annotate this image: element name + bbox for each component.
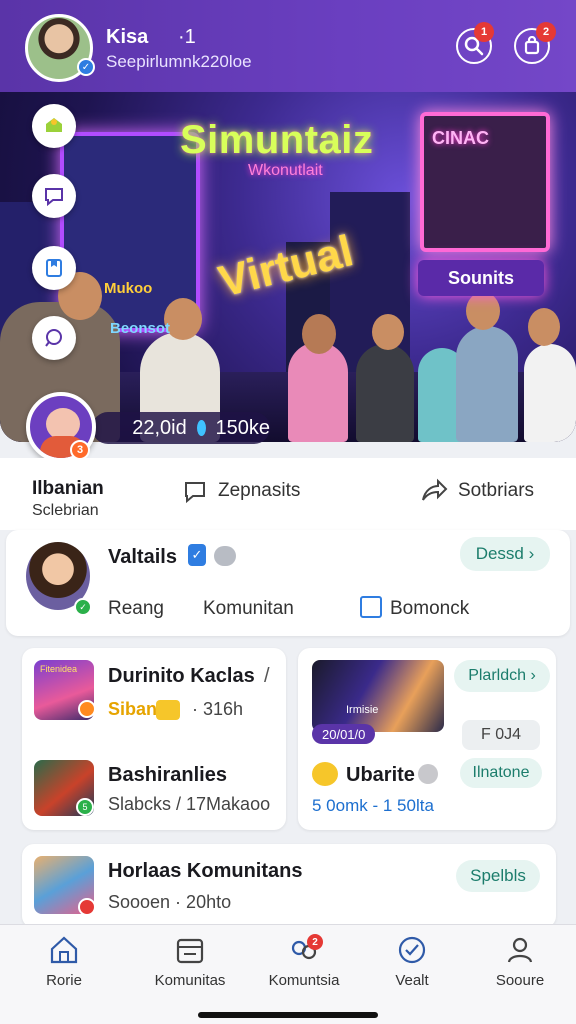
search-badge: 1 — [474, 22, 494, 42]
item-title[interactable]: Durinito Kaclas — [108, 665, 255, 688]
featured-item-action[interactable]: Ilnatone — [460, 758, 542, 788]
banner-title: Simuntaiz — [180, 118, 374, 162]
featured-action-button[interactable]: Plarldch › — [454, 660, 550, 692]
bag-badge: 2 — [536, 22, 556, 42]
nav-profile[interactable]: Sooure — [472, 934, 568, 989]
message-icon — [185, 482, 205, 504]
online-indicator: ✓ — [74, 598, 92, 616]
check-circle-icon — [398, 936, 426, 964]
nav-home-label: Rorie — [46, 972, 82, 989]
person-head — [528, 308, 560, 346]
profile-name: Valtails — [108, 546, 177, 568]
posts-link[interactable]: Zepnasits — [182, 478, 300, 504]
user-subtitle: Seepirlumnk220loe — [106, 52, 252, 71]
posts-link-label: Zepnasits — [218, 480, 301, 501]
live-indicator — [78, 898, 96, 916]
profile-action-button[interactable]: Dessd › — [460, 537, 550, 571]
community-name: Ilbanian — [32, 478, 104, 499]
featured-item-title[interactable]: Ubarite — [346, 764, 415, 787]
chat-icon — [45, 188, 63, 207]
nav-home[interactable]: Rorie — [16, 934, 112, 989]
person-head — [302, 314, 336, 354]
calendar-icon — [176, 938, 204, 964]
community-subtitle: Sclebrian — [32, 502, 99, 519]
item-status-dot — [78, 700, 96, 718]
store-sign: CINAC — [432, 128, 489, 148]
featured-thumbnail[interactable]: Irmisie — [312, 660, 444, 732]
person — [524, 344, 576, 442]
screen-label: Mukoo — [104, 280, 153, 297]
share-icon — [422, 478, 448, 501]
date-tag: 20/01/0 — [312, 724, 376, 744]
verified-badge-icon: ✓ — [188, 544, 206, 566]
nav-profile-label: Sooure — [495, 972, 545, 989]
comment-button[interactable] — [32, 316, 76, 360]
verified-icon: ✓ — [77, 58, 95, 76]
community-badge: 3 — [70, 440, 90, 460]
comment-icon — [45, 329, 62, 347]
home-indicator — [198, 1012, 378, 1018]
members-count: 22,0id — [132, 416, 187, 439]
store-label: Sounits — [418, 260, 544, 296]
share-link[interactable]: Sotbriars — [420, 478, 534, 504]
user-icon — [507, 937, 533, 963]
nav-verified[interactable]: Vealt — [364, 934, 460, 989]
user-name: Kisa — [106, 26, 149, 48]
person — [456, 326, 518, 442]
thumbnail-label: Fitenidea — [40, 664, 78, 674]
bookmark-tab-icon — [360, 596, 382, 618]
hero-banner[interactable]: Simuntaiz Wkonutlait Virtual CINAC Souni… — [0, 92, 576, 442]
screen-label-secondary: Beonsot — [110, 320, 170, 337]
nav-verified-label: Vealt — [395, 972, 429, 989]
community-card-title[interactable]: Horlaas Komunitans — [108, 860, 302, 883]
nav-social[interactable]: Komuntsia — [256, 934, 352, 989]
featured-action-label: Plarldch — [468, 667, 527, 684]
community-card-action[interactable]: Spelbls — [456, 860, 540, 892]
views-icon — [196, 420, 206, 436]
profile-action-label: Dessd — [475, 544, 524, 563]
coin-icon — [156, 700, 180, 720]
home-icon — [50, 936, 78, 964]
person-head — [372, 314, 404, 350]
chat-button[interactable] — [32, 174, 76, 218]
sticker-icon — [46, 118, 62, 132]
item-title[interactable]: Bashiranlies — [108, 764, 227, 787]
person — [356, 344, 414, 442]
share-link-label: Sotbriars — [458, 480, 535, 501]
item-count-badge: 5 — [76, 798, 94, 816]
sticker-button[interactable] — [32, 104, 76, 148]
user-count: ·1 — [178, 26, 196, 48]
title-slash: / — [264, 665, 270, 687]
tab-reang[interactable]: Reang — [108, 598, 164, 620]
banner-subtitle: Wkonutlait — [248, 162, 323, 179]
item-meta: Slabcks / 17Makaoo — [108, 794, 271, 814]
code-chip: F 0J4 — [462, 720, 540, 750]
banner-stats: 22,0id 150ke — [92, 412, 270, 444]
nav-badge: 2 — [307, 934, 323, 950]
nav-communities-label: Komunitas — [154, 972, 226, 989]
tab-bomonck[interactable]: Bomonck — [390, 598, 469, 620]
person — [288, 342, 348, 442]
item-meta: · 316h — [192, 699, 244, 719]
nav-communities[interactable]: Komunitas — [142, 934, 238, 989]
bookmark-icon — [46, 259, 62, 277]
status-icon — [418, 764, 438, 784]
cloud-icon — [214, 546, 236, 566]
community-card-meta: Soooen · 20hto — [108, 892, 232, 912]
bookmark-button[interactable] — [32, 246, 76, 290]
views-count: 150ke — [215, 416, 271, 439]
tab-komunitan[interactable]: Komunitan — [203, 598, 294, 620]
emoji-icon — [312, 762, 338, 786]
thumbnail-text: Irmisie — [346, 704, 379, 716]
nav-social-label: Komuntsia — [268, 972, 340, 989]
featured-item-meta: 5 0omk - 1 50lta — [312, 796, 434, 815]
item-tag: Siban — [108, 699, 158, 719]
person-head — [466, 292, 500, 330]
